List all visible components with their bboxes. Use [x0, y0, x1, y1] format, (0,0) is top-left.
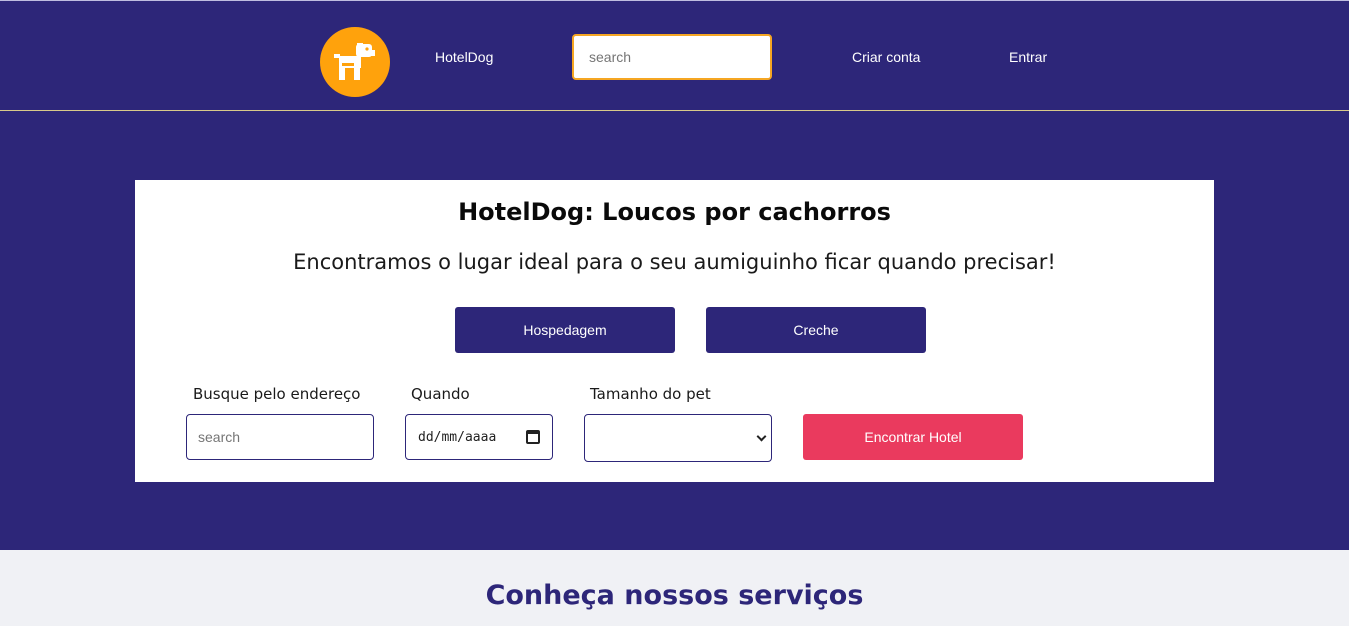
date-input[interactable]: dd/mm/aaaa [405, 414, 553, 460]
services-title: Conheça nossos serviços [485, 580, 864, 611]
calendar-icon[interactable] [526, 430, 540, 444]
address-search-input[interactable] [186, 414, 374, 460]
address-label: Busque pelo endereço [193, 385, 361, 403]
pet-size-select[interactable] [584, 414, 772, 462]
hero-subtitle: Encontramos o lugar ideal para o seu aum… [293, 250, 1056, 274]
tab-creche[interactable]: Creche [706, 307, 926, 353]
logo[interactable] [320, 27, 390, 97]
search-card: HotelDog: Loucos por cachorros Encontram… [135, 180, 1214, 482]
date-value: dd/mm/aaaa [418, 429, 497, 445]
date-label: Quando [411, 385, 470, 403]
chevron-down-icon [756, 431, 767, 441]
brand-link[interactable]: HotelDog [435, 48, 493, 66]
tab-hospedagem[interactable]: Hospedagem [455, 307, 675, 353]
header-search-input[interactable] [572, 34, 772, 80]
hero-title: HotelDog: Loucos por cachorros [458, 198, 891, 226]
pet-size-label: Tamanho do pet [590, 385, 711, 403]
login-link[interactable]: Entrar [1009, 48, 1047, 66]
site-header: HotelDog Criar conta Entrar [0, 0, 1349, 111]
dog-icon [334, 43, 375, 80]
create-account-link[interactable]: Criar conta [852, 48, 920, 66]
find-hotel-button[interactable]: Encontrar Hotel [803, 414, 1023, 460]
hero-section: HotelDog: Loucos por cachorros Encontram… [0, 111, 1349, 550]
